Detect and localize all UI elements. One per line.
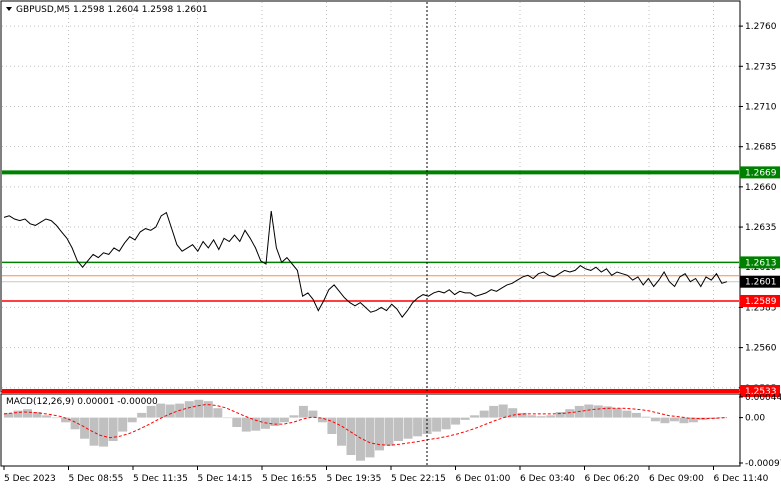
price-tick-label: 1.2760 [745,22,777,32]
level-price-label: 1.2613 [745,258,777,268]
price-tick-label: 1.2635 [745,223,777,233]
level-price-label: 1.2669 [745,168,777,178]
macd-bar [432,417,442,432]
macd-bar [194,399,204,418]
macd-axis[interactable]: 0.00044 0.00 -0.00097 [739,393,781,469]
macd-bar [184,401,194,418]
macd-bar [137,412,147,418]
macd-bar [346,417,356,455]
time-tick-label: 5 Dec 14:15 [198,474,253,484]
macd-bar [42,415,52,418]
time-tick-label: 5 Dec 08:55 [69,474,124,484]
chart-canvas[interactable]: 1.2760 1.2735 1.2710 1.2685 1.2660 1.2635 1.26… [0,0,781,489]
macd-bar [222,417,232,419]
time-tick-label: 6 Dec 11:40 [714,474,769,484]
time-tick-label: 5 Dec 11:35 [133,474,188,484]
macd-bar [375,417,384,451]
macd-bar [289,415,299,418]
macd-bar [146,405,156,418]
macd-bar [384,417,394,446]
price-tick-label: 1.2660 [745,183,777,193]
macd-bar [203,401,213,418]
macd-bar [451,417,461,425]
macd-bar [489,405,499,418]
macd-bar [394,417,403,441]
macd-bar [232,417,242,427]
time-tick-label: 5 Dec 22:15 [391,474,446,484]
macd-bar [593,405,603,418]
macd-bar [631,412,641,418]
macd-bar [641,416,651,418]
time-tick-label: 6 Dec 06:20 [585,474,640,484]
price-axis[interactable]: 1.2760 1.2735 1.2710 1.2685 1.2660 1.2635 1.26… [739,22,780,397]
macd-bar [498,404,508,418]
macd-bar [660,417,670,424]
macd-tick-label: -0.00097 [745,459,781,469]
macd-bar [546,415,556,418]
macd-bar [337,417,346,446]
symbol-header[interactable]: GBPUSD,M5 1.2598 1.2604 1.2598 1.2601 [6,5,208,15]
macd-bar [479,410,489,418]
macd-bar [441,417,451,430]
macd-bar [279,417,289,423]
macd-bar [298,405,308,418]
macd-bar [536,416,546,418]
price-tick-label: 1.2710 [745,102,777,112]
macd-bar [460,417,470,420]
macd-bar [118,417,128,432]
time-tick-label: 5 Dec 16:55 [262,474,317,484]
macd-bar [365,417,375,458]
time-tick-label: 6 Dec 09:00 [649,474,704,484]
time-tick-label: 5 Dec 2023 [4,474,56,484]
macd-bar [99,417,109,447]
macd-bar [23,409,32,418]
macd-bar [308,410,318,418]
macd-bar [80,417,90,439]
macd-header-label: MACD(12,26,9) 0.00001 -0.00000 [6,397,158,407]
macd-bar [403,417,413,439]
macd-bar [413,417,423,437]
price-tick-label: 1.2685 [745,143,777,153]
level-price-label: 1.2589 [745,297,777,307]
symbol-ohlc-label: GBPUSD,M5 1.2598 1.2604 1.2598 1.2601 [16,5,208,15]
price-tick-label: 1.2735 [745,62,777,72]
macd-bar [241,417,251,432]
price-pane[interactable]: 1.2760 1.2735 1.2710 1.2685 1.2660 1.2635 1.26… [0,0,780,397]
macd-bar [127,417,137,423]
macd-tick-label: 0.00044 [745,393,781,403]
macd-bar [527,415,537,418]
macd-bar [470,415,480,418]
macd-bar [669,417,679,422]
macd-bar [612,408,622,418]
macd-bar [650,417,660,422]
macd-bar [679,417,689,424]
time-tick-label: 5 Dec 19:35 [327,474,382,484]
macd-bar [51,417,61,419]
time-tick-label: 6 Dec 03:40 [520,474,575,484]
macd-tick-label: 0.00 [745,414,765,424]
time-tick-label: 6 Dec 01:00 [456,474,511,484]
macd-bar [13,410,23,418]
macd-bar [622,410,632,418]
chart-window[interactable]: 1.2760 1.2735 1.2710 1.2685 1.2660 1.2635 1.26… [0,0,781,489]
price-pane-frame [0,0,741,393]
current-price-label: 1.2601 [745,278,777,288]
macd-bar [565,409,575,418]
macd-bar [213,408,223,418]
macd-bar [584,404,594,418]
time-axis[interactable]: 5 Dec 2023 5 Dec 08:55 5 Dec 11:35 5 Dec 14… [3,466,769,484]
macd-bar [555,412,565,418]
macd-bar [89,417,99,446]
macd-bar [270,417,280,426]
price-tick-label: 1.2560 [745,344,777,354]
